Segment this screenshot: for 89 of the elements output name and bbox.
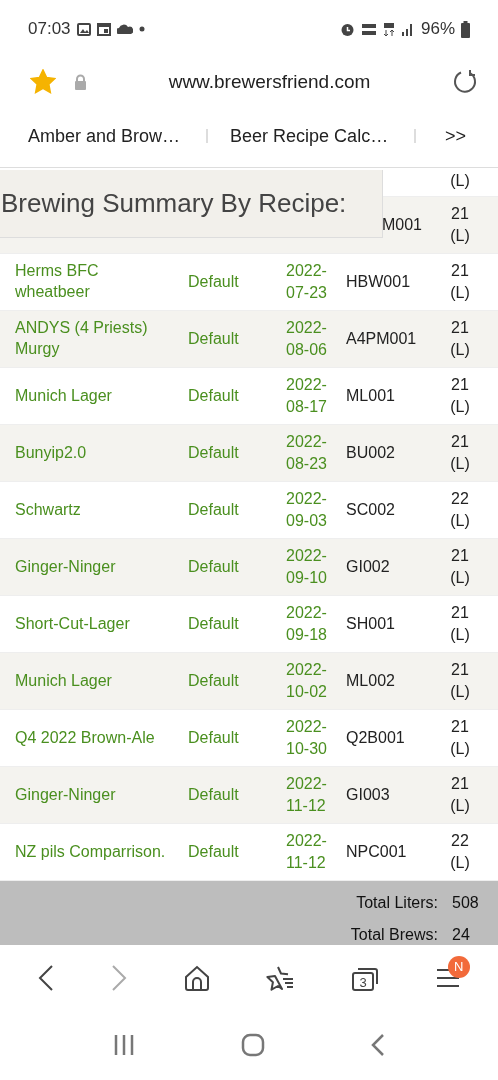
table-cell-text: 21 (L) [449, 204, 471, 246]
table-cell: GI003 [346, 786, 390, 803]
profile-link[interactable]: Default [188, 786, 239, 803]
recipe-link[interactable]: Q4 2022 Brown-Ale [15, 727, 175, 749]
total-value: 24 [452, 926, 471, 944]
chevron-right-icon [111, 964, 127, 991]
table-cell-text: 21 (L) [449, 261, 471, 303]
date-link[interactable]: 2022-08-06 [286, 317, 334, 361]
more-button[interactable]: >> [438, 124, 472, 148]
notification-badge: N [447, 955, 470, 978]
tabs-button[interactable]: 3 [344, 960, 385, 998]
date-link[interactable]: 2022-08-23 [286, 431, 334, 475]
profile-link[interactable]: Default [188, 558, 239, 575]
url-field[interactable]: www.brewersfriend.com [105, 70, 434, 93]
table-cell-text: 21 (L) [449, 318, 471, 360]
image-icon [76, 22, 91, 36]
date-link[interactable]: 2022-09-18 [286, 602, 334, 646]
dot-icon [138, 26, 145, 32]
recipe-link[interactable]: Short-Cut-Lager [15, 613, 175, 635]
bookmark-tab[interactable]: Amber and Brow… [28, 125, 181, 147]
table-cell: BU002 [346, 444, 395, 461]
page-title: Brewing Summary By Recipe: [1, 188, 347, 219]
recipe-link[interactable]: Munich Lager [15, 670, 175, 692]
table-cell-text: 21 (L) [449, 603, 471, 645]
star-icon[interactable] [30, 69, 56, 94]
signal-icon [400, 22, 415, 36]
chevron-left-icon [371, 1033, 385, 1057]
profile-link[interactable]: Default [188, 330, 239, 347]
table-cell: GI002 [346, 558, 390, 575]
profile-link[interactable]: Default [188, 273, 239, 290]
table-cell: SH001 [346, 615, 395, 632]
profile-link[interactable]: Default [188, 501, 239, 518]
table-cell: ML002 [346, 672, 395, 689]
recipe-link[interactable]: ANDYS (4 Priests) Murgy [15, 318, 175, 360]
recipe-link[interactable]: Ginger-Ninger [15, 556, 175, 578]
date-link[interactable]: 2022-09-10 [286, 545, 334, 589]
table-cell: ML001 [346, 387, 395, 404]
profile-link[interactable]: Default [188, 444, 239, 461]
profile-link[interactable]: Default [188, 843, 239, 860]
table-cell-text: 21 (L) [449, 774, 471, 816]
profile-link[interactable]: Default [188, 729, 239, 746]
recipe-link[interactable]: Ginger-Ninger [15, 784, 175, 806]
table-cell-text: 21 (L) [449, 375, 471, 417]
table-cell: A4PM001 [346, 330, 417, 347]
recipe-link[interactable]: Herms BFC wheatbeer [15, 261, 175, 303]
date-link[interactable]: 2022-10-02 [286, 659, 334, 703]
bookmark-tab[interactable]: Beer Recipe Calc… [230, 125, 389, 147]
table-cell-text: 22 (L) [449, 831, 471, 873]
profile-link[interactable]: Default [188, 672, 239, 689]
chevron-left-icon [38, 964, 55, 991]
reload-icon[interactable] [452, 68, 478, 95]
date-link[interactable]: 2022-10-30 [286, 716, 334, 760]
data-arrows-icon [382, 21, 395, 37]
star-list-icon [266, 964, 295, 991]
profile-link[interactable]: Default [188, 387, 239, 404]
total-value: 508 [452, 894, 480, 912]
table-cell: NPC001 [346, 843, 407, 860]
table-cell-text: 21 (L) [449, 546, 471, 588]
lock-icon [74, 73, 87, 90]
table-cell-text: (L) [449, 171, 471, 192]
cloud-icon [116, 24, 133, 34]
total-label: Total Liters: [356, 894, 438, 912]
home-icon [183, 964, 210, 991]
table-cell-text: 22 (L) [449, 489, 471, 531]
home-icon [241, 1033, 265, 1057]
table-cell: M001 [381, 216, 422, 233]
clock: 07:03 [28, 19, 71, 39]
profile-link[interactable]: Default [188, 615, 239, 632]
calendar-icon [96, 22, 111, 36]
battery-level: 96% [420, 19, 455, 39]
date-link[interactable]: 2022-09-03 [286, 488, 334, 532]
recipe-link[interactable]: NZ pils Comparrison. [15, 841, 175, 863]
date-link[interactable]: 2022-11-12 [286, 773, 334, 817]
table-cell-text: 21 (L) [449, 432, 471, 474]
battery-icon [461, 20, 470, 38]
table-cell-text: 21 (L) [449, 717, 471, 759]
recipe-link[interactable]: Bunyip2.0 [15, 442, 175, 464]
table-cell: HBW001 [346, 273, 411, 290]
table-cell: Q2B001 [346, 729, 405, 746]
table-cell-text: 21 (L) [449, 660, 471, 702]
date-link[interactable]: 2022-07-23 [286, 260, 334, 304]
recents-icon [113, 1034, 135, 1056]
table-cell: SC002 [346, 501, 395, 518]
alarm-icon [339, 21, 355, 37]
total-label: Total Brews: [350, 926, 438, 944]
date-link[interactable]: 2022-11-12 [286, 830, 334, 874]
date-link[interactable]: 2022-08-17 [286, 374, 334, 418]
recipe-link[interactable]: Munich Lager [15, 385, 175, 407]
recipe-link[interactable]: Schwartz [15, 499, 175, 521]
